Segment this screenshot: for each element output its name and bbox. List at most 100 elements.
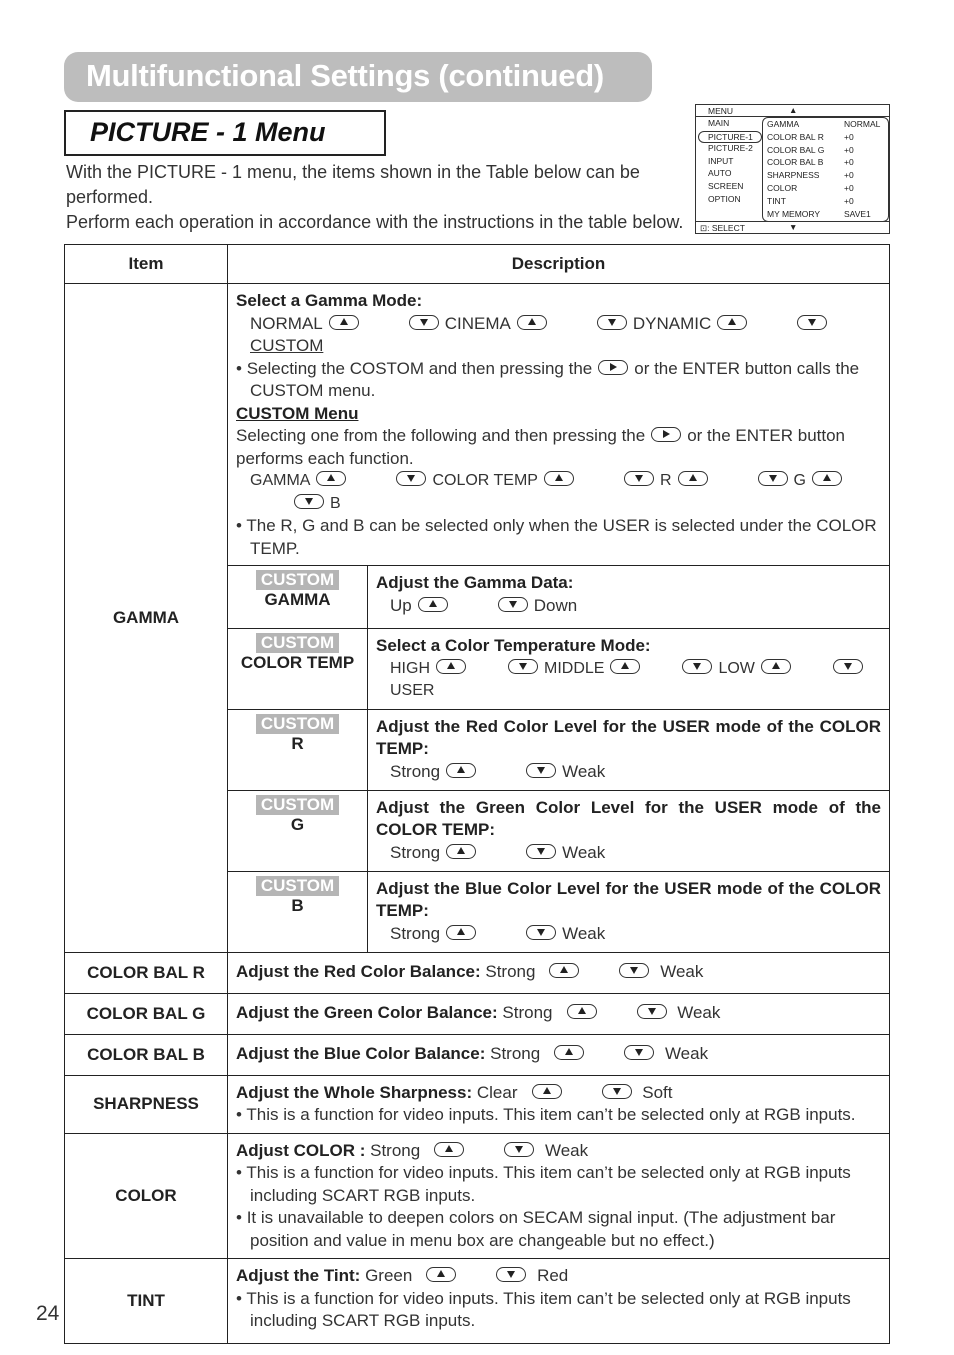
item-tint: TINT [64, 1258, 228, 1344]
row-description: Adjust COLOR : Strong Weak • This is a f… [227, 1132, 890, 1259]
down-label: Weak [660, 962, 704, 982]
osd-select-label: : SELECT [707, 223, 745, 233]
down-label: Weak [677, 1003, 721, 1023]
section-title-banner: Multifunctional Settings (continued) [64, 52, 652, 102]
table-row: COLOR BAL B Adjust the Blue Color Balanc… [64, 1033, 890, 1076]
down-button-icon [623, 471, 654, 487]
custom-item-label: GAMMA [264, 590, 331, 609]
osd-left-item: MAIN [708, 118, 730, 128]
custom-desc: Select a Color Temperature Mode: HIGH MID… [367, 628, 889, 710]
custom-item-label: COLOR TEMP [240, 653, 355, 672]
osd-key: SHARPNESS [767, 170, 820, 181]
mode-label: USER [390, 682, 435, 699]
osd-key: MY MEMORY [767, 208, 821, 219]
up-label: Green [365, 1266, 413, 1285]
up-label: Strong [390, 761, 441, 781]
up-button-icon [811, 471, 842, 487]
custom-menu-text: Selecting one from the following and the… [236, 425, 881, 470]
custom-item-cell: CUSTOM R [228, 709, 368, 791]
osd-left-item: OPTION [708, 193, 741, 204]
up-button-icon [426, 1267, 457, 1283]
desc-title: Adjust the Tint: [236, 1266, 361, 1285]
mode-cinema: CINEMA [444, 313, 511, 333]
custom-item-label: G [290, 814, 305, 834]
up-button-icon [566, 1004, 597, 1020]
down-button-icon [408, 314, 439, 330]
down-label: Soft [642, 1082, 673, 1102]
osd-header: MENU ▲ [696, 105, 889, 117]
down-label: Red [537, 1266, 569, 1285]
up-label: Strong [485, 962, 536, 982]
custom-item: GAMMA [250, 472, 311, 489]
up-button-icon [446, 843, 477, 859]
header-item: Item [64, 244, 228, 284]
osd-left-item: INPUT [708, 155, 734, 166]
custom-item-label: R [291, 733, 304, 753]
table-row: COLOR BAL R Adjust the Red Color Balance… [64, 951, 890, 994]
item-color-bal-g: COLOR BAL G [64, 992, 228, 1035]
desc-title: Adjust the Red Color Balance: [236, 962, 481, 982]
note-text: It is unavailable to deepen colors on SE… [246, 1208, 836, 1250]
down-button-icon [832, 658, 863, 674]
osd-value: +0 [844, 144, 854, 155]
up-button-icon [446, 924, 477, 940]
custom-desc: Adjust the Gamma Data: Up Down [367, 565, 889, 629]
item-color: COLOR [64, 1132, 228, 1259]
gamma-note-2: • The R, G and B can be selected only wh… [236, 516, 877, 558]
custom-row-color-temp: CUSTOM COLOR TEMP Select a Color Temperat… [228, 628, 889, 710]
osd-left-item: SCREEN [708, 181, 744, 192]
down-button-icon [497, 596, 528, 612]
up-label: Clear [476, 1082, 518, 1102]
table-row: COLOR BAL G Adjust the Green Color Balan… [64, 992, 890, 1035]
osd-value: +0 [844, 182, 854, 193]
up-label: Strong [370, 1140, 421, 1160]
osd-footer: ⊡: SELECT ▼ [696, 221, 889, 233]
down-button-icon [682, 658, 713, 674]
down-button-icon [294, 493, 324, 509]
up-button-icon [446, 762, 477, 778]
desc-title: Adjust the Whole Sharpness: [236, 1082, 473, 1102]
up-button-icon [417, 596, 448, 612]
intro-text: With the PICTURE - 1 menu, the items sho… [66, 160, 686, 235]
note-text: Selecting the COSTOM and then pressing t… [246, 358, 593, 378]
note-text: This is a function for video inputs. Thi… [246, 1105, 856, 1124]
mode-dynamic: DYNAMIC [632, 313, 712, 333]
down-button-icon [601, 1083, 632, 1099]
table-header-row: Item Description [64, 244, 890, 284]
custom-row-g: CUSTOM G Adjust the Green Color Level for… [228, 790, 889, 872]
gamma-select-title: Select a Gamma Mode: [236, 291, 423, 310]
custom-item-cell: CUSTOM G [228, 790, 368, 872]
down-button-icon [526, 762, 557, 778]
item-color-bal-r: COLOR BAL R [64, 951, 228, 994]
page-number: 24 [36, 1302, 60, 1325]
table-row-gamma: GAMMA Select a Gamma Mode: NORMAL CINEMA D… [64, 283, 890, 953]
up-button-icon [717, 314, 748, 330]
osd-left-item: AUTO [708, 168, 732, 179]
custom-tag: CUSTOM [255, 633, 340, 653]
down-button-icon [624, 1045, 655, 1061]
osd-left-item-selected: PICTURE-1 [698, 130, 762, 143]
osd-value: NORMAL [844, 119, 881, 129]
down-label: Down [533, 595, 578, 615]
osd-right-row: COLOR BAL R +0 [763, 131, 888, 144]
custom-item-label: B [291, 895, 304, 915]
up-label: Strong [502, 1003, 553, 1023]
custom-tag: CUSTOM [255, 570, 340, 590]
item-sharpness: SHARPNESS [64, 1074, 228, 1134]
osd-key: COLOR BAL G [767, 144, 825, 155]
osd-value: +0 [844, 170, 854, 181]
desc-title: Select a Color Temperature Mode: [376, 636, 651, 655]
up-button-icon [436, 658, 466, 674]
osd-menu-label: MENU [708, 106, 734, 116]
section-title: Multifunctional Settings (continued) [86, 58, 604, 93]
up-label: Strong [490, 1044, 541, 1064]
osd-key: GAMMA [767, 119, 800, 129]
osd-right-row: GAMMA NORMAL [763, 118, 888, 131]
note: • This is a function for video inputs. T… [236, 1288, 851, 1331]
custom-item: B [330, 494, 341, 512]
custom-tag: CUSTOM [255, 713, 340, 734]
up-button-icon [543, 471, 574, 487]
custom-text: Selecting one from the following and the… [236, 426, 646, 445]
custom-item: G [793, 472, 806, 489]
up-button-icon [554, 1045, 585, 1061]
